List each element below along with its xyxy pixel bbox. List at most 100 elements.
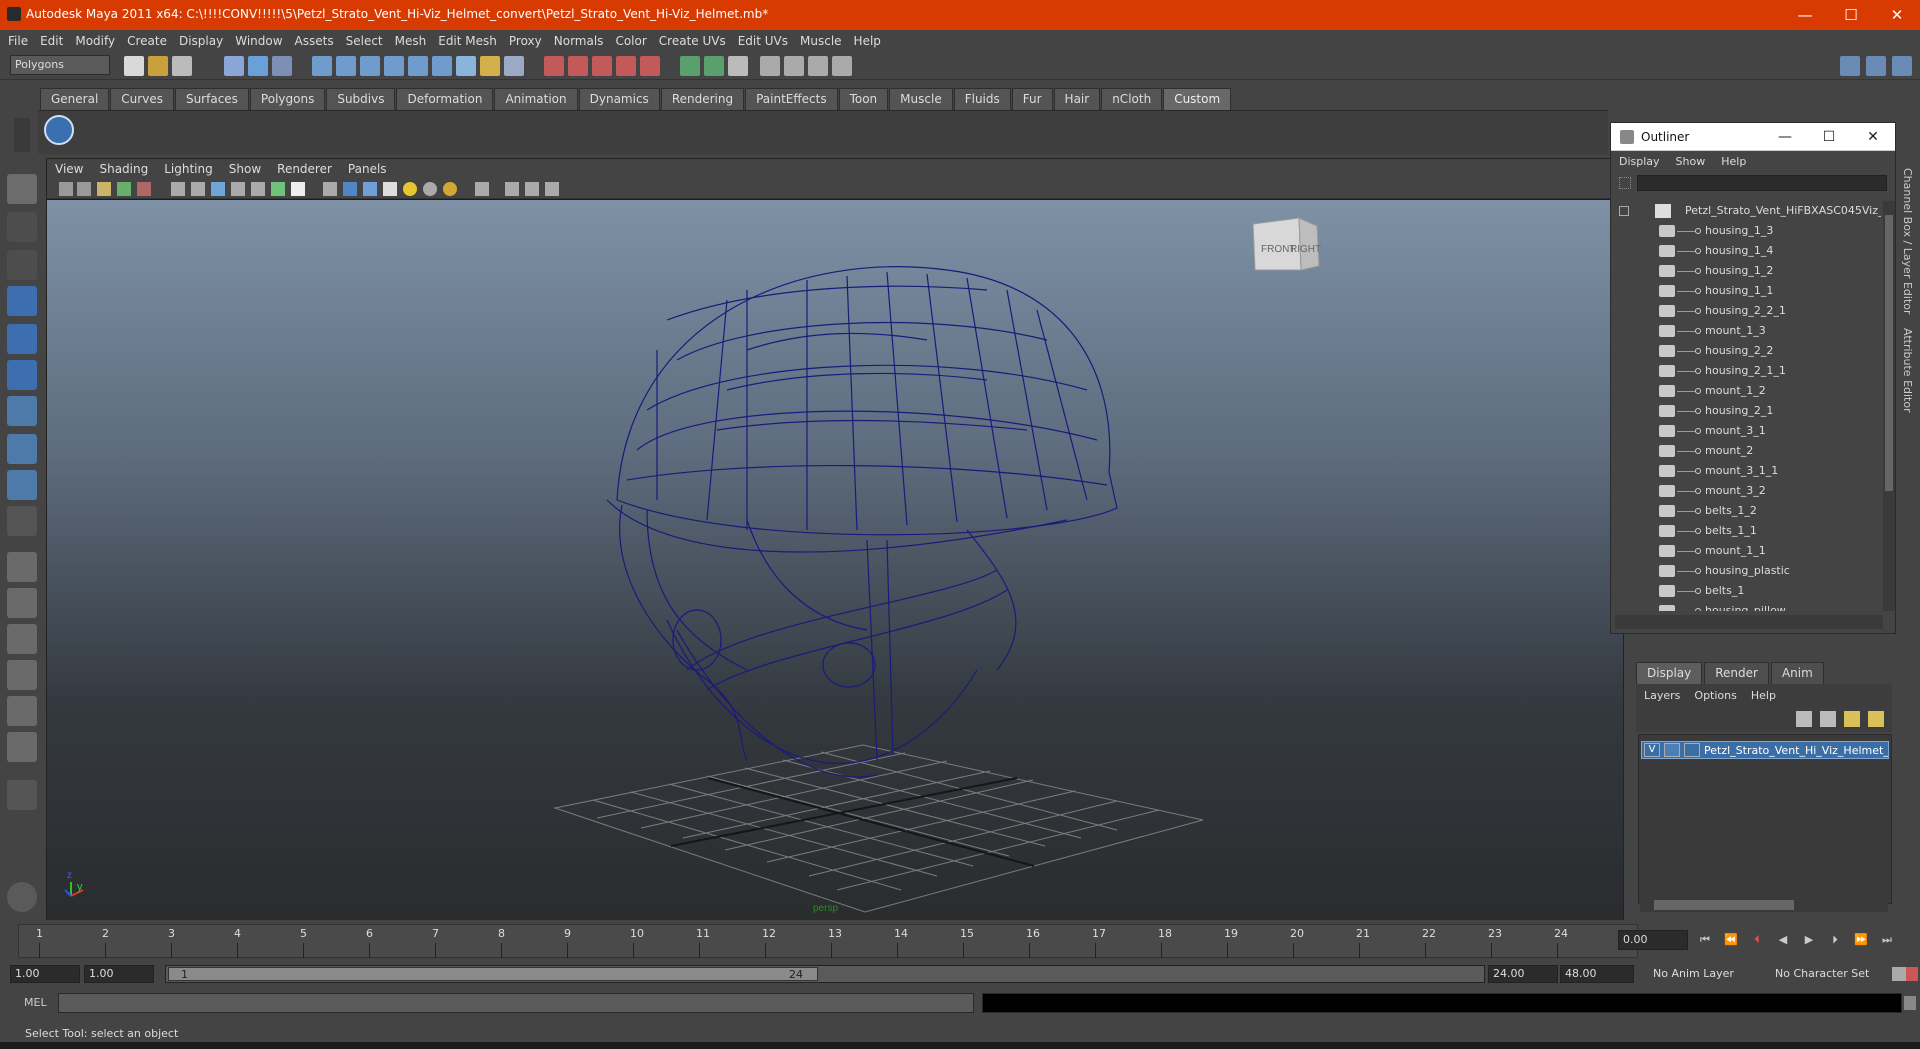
step-forward-key-icon[interactable]: ⏩ [1852, 933, 1870, 947]
step-back-key-icon[interactable]: ⏪ [1722, 933, 1740, 947]
menu-assets[interactable]: Assets [295, 34, 334, 48]
layer-menu-layers[interactable]: Layers [1644, 689, 1680, 702]
outliner-item[interactable]: housing_1_2 [1611, 261, 1881, 281]
playback-end-field[interactable]: 24.00 [1488, 965, 1558, 983]
wireframe-on-shaded-icon[interactable] [363, 182, 377, 196]
outliner-item[interactable]: housing_1_1 [1611, 281, 1881, 301]
select-component-icon[interactable] [272, 56, 292, 76]
shelf-tab-surfaces[interactable]: Surfaces [174, 88, 249, 110]
camera-attributes-icon[interactable] [77, 182, 91, 196]
outliner-filter-icon[interactable] [1619, 177, 1631, 189]
shelf-tab-curves[interactable]: Curves [110, 88, 174, 110]
shelf-tab-dynamics[interactable]: Dynamics [578, 88, 660, 110]
anim-layer-dropdown[interactable]: No Anim Layer [1648, 965, 1760, 983]
collapse-toggle-icon[interactable] [1619, 206, 1629, 216]
camera-select-icon[interactable] [59, 182, 73, 196]
menu-edit-mesh[interactable]: Edit Mesh [438, 34, 497, 48]
snapshot-icon[interactable] [808, 56, 828, 76]
menu-window[interactable]: Window [235, 34, 282, 48]
outliner-item[interactable]: mount_1_3 [1611, 321, 1881, 341]
outliner-item[interactable]: mount_3_1_1 [1611, 461, 1881, 481]
select-tool-icon[interactable] [7, 174, 37, 204]
rename-field-icon[interactable] [704, 56, 724, 76]
menu-normals[interactable]: Normals [554, 34, 604, 48]
viewport-menu-lighting[interactable]: Lighting [164, 162, 213, 176]
checkmark-shelf-icon[interactable] [44, 115, 74, 145]
grid-toggle-icon[interactable] [171, 182, 185, 196]
outliner-item[interactable]: housing_plastic [1611, 561, 1881, 581]
layer-row[interactable]: V Petzl_Strato_Vent_Hi_Viz_Helmet_layer [1641, 741, 1889, 759]
layer-hscroll-thumb[interactable] [1654, 900, 1794, 910]
layer-playback-toggle[interactable] [1684, 743, 1700, 757]
help-query-icon[interactable] [456, 56, 476, 76]
field-chart-icon[interactable] [251, 182, 265, 196]
move-layer-down-icon[interactable] [1820, 711, 1836, 727]
shelf-tab-ncloth[interactable]: nCloth [1101, 88, 1163, 110]
command-language-label[interactable]: MEL [24, 996, 47, 1009]
render-current-frame-icon[interactable] [544, 56, 564, 76]
step-forward-frame-icon[interactable]: ⏵ [1826, 933, 1844, 947]
input-line-icon[interactable] [680, 56, 700, 76]
layer-horizontal-scrollbar[interactable] [1640, 898, 1888, 912]
render-icon[interactable] [760, 56, 780, 76]
new-layer-from-selected-icon[interactable] [1868, 711, 1884, 727]
shelf-tab-general[interactable]: General [40, 88, 110, 110]
menu-muscle[interactable]: Muscle [800, 34, 842, 48]
menu-create-uvs[interactable]: Create UVs [659, 34, 726, 48]
outliner-item[interactable]: housing_2_2 [1611, 341, 1881, 361]
snap-curve-icon[interactable] [336, 56, 356, 76]
menu-proxy[interactable]: Proxy [509, 34, 542, 48]
soft-mod-icon[interactable] [7, 434, 37, 464]
last-tool-icon[interactable] [7, 506, 37, 536]
move-layer-up-icon[interactable] [1796, 711, 1812, 727]
outliner-menu-display[interactable]: Display [1619, 155, 1660, 168]
shelf-tab-deformation[interactable]: Deformation [396, 88, 494, 110]
shelf-tab-muscle[interactable]: Muscle [889, 88, 953, 110]
four-view-layout-icon[interactable] [7, 588, 37, 618]
outliner-maximize-button[interactable]: ☐ [1807, 123, 1851, 151]
lock-icon[interactable] [480, 56, 500, 76]
gate-mask-icon[interactable] [231, 182, 245, 196]
2d-pan-zoom-icon[interactable] [137, 182, 151, 196]
safe-action-icon[interactable] [271, 182, 285, 196]
custom-layout-icon[interactable] [7, 732, 37, 762]
outliner-item[interactable]: housing_2_1_1 [1611, 361, 1881, 381]
outliner-item[interactable]: housing_1_4 [1611, 241, 1881, 261]
layer-color-swatch[interactable] [1664, 743, 1680, 757]
open-scene-icon[interactable] [148, 56, 168, 76]
layer-visibility-toggle[interactable]: V [1644, 743, 1660, 757]
outliner-item[interactable]: mount_1_1 [1611, 541, 1881, 561]
shelf-tab-rendering[interactable]: Rendering [660, 88, 745, 110]
animation-end-field[interactable]: 48.00 [1560, 965, 1634, 983]
layer-tab-anim[interactable]: Anim [1770, 662, 1824, 684]
script-editor-button-icon[interactable] [1904, 996, 1916, 1010]
outliner-item[interactable]: housing_pillow_ [1611, 601, 1881, 611]
paint-select-icon[interactable] [7, 250, 37, 280]
outliner-list[interactable]: Petzl_Strato_Vent_HiFBXASC045Viz_Hel hou… [1611, 201, 1881, 611]
viewport-menu-panels[interactable]: Panels [348, 162, 387, 176]
rotate-tool-icon[interactable] [7, 324, 37, 354]
outliner-close-button[interactable]: ✕ [1851, 123, 1895, 151]
go-to-start-icon[interactable]: ⏮ [1696, 933, 1714, 947]
shelf-tab-toon[interactable]: Toon [838, 88, 889, 110]
play-backwards-icon[interactable]: ◀ [1774, 933, 1792, 947]
outliner-item[interactable]: belts_1_2 [1611, 501, 1881, 521]
scene-canvas[interactable]: FRONT RIGHT z y persp [47, 200, 1623, 920]
persp-graph-layout-icon[interactable] [7, 660, 37, 690]
outliner-item[interactable]: mount_3_1 [1611, 421, 1881, 441]
show-tool-settings-icon[interactable] [1866, 56, 1886, 76]
outliner-vscroll-thumb[interactable] [1885, 215, 1893, 491]
step-back-frame-icon[interactable]: ⏴ [1748, 933, 1766, 947]
outliner-item[interactable]: mount_1_2 [1611, 381, 1881, 401]
animation-start-field[interactable]: 1.00 [10, 965, 80, 983]
preferences-icon[interactable] [1906, 967, 1918, 981]
outliner-vertical-scrollbar[interactable] [1883, 201, 1895, 611]
single-perspective-layout-icon[interactable] [7, 552, 37, 582]
wireframe-icon[interactable] [323, 182, 337, 196]
minimize-button[interactable]: — [1782, 0, 1828, 30]
construction-history-icon[interactable] [432, 56, 452, 76]
render-view-icon[interactable] [640, 56, 660, 76]
menu-select[interactable]: Select [346, 34, 383, 48]
outliner-menu-show[interactable]: Show [1676, 155, 1706, 168]
snap-point-icon[interactable] [360, 56, 380, 76]
